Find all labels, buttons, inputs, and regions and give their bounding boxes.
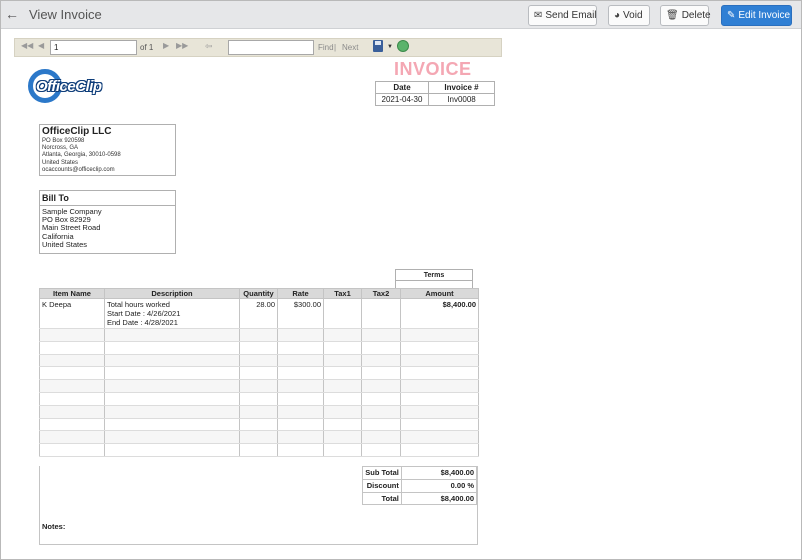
subtotal-label: Sub Total: [362, 466, 402, 480]
invoice-date: 2021-04-30: [375, 93, 429, 106]
pencil-icon: ✎: [727, 10, 736, 21]
invoice-number: Inv0008: [428, 93, 495, 106]
item-name-cell: K Deepa: [39, 298, 105, 329]
table-row: [39, 354, 479, 368]
totals-section: Sub Total $8,400.00 Discount 0.00 % Tota…: [39, 466, 478, 545]
company-line: Norcross, GA: [42, 145, 79, 152]
envelope-icon: ✉: [534, 10, 543, 21]
report-toolbar: ◀◀ ◀ 1 of 1 ▶ ▶▶ ⇦ Find | Next ▼: [14, 38, 502, 57]
total-value: $8,400.00: [400, 491, 478, 506]
invoice-number-header: Invoice #: [428, 81, 495, 94]
description-line: Start Date : 4/26/2021: [107, 309, 181, 318]
find-link[interactable]: Find: [318, 43, 334, 52]
notes-label: Notes:: [42, 522, 66, 531]
tax1-cell: [323, 298, 362, 329]
bill-to-box: Bill To Sample Company PO Box 82929 Main…: [39, 190, 176, 254]
previous-page-icon[interactable]: ◀: [38, 41, 44, 50]
column-header-tax2: Tax2: [361, 288, 401, 299]
back-arrow-icon[interactable]: ←: [5, 6, 19, 22]
delete-label: Delete: [681, 10, 711, 21]
page-number-input[interactable]: 1: [50, 40, 137, 55]
trash-icon: 🗑: [666, 10, 679, 21]
table-row: [39, 341, 479, 355]
page-header: ← View Invoice ✉ Send Email ◕ Void 🗑 Del…: [1, 1, 801, 29]
subtotal-value: $8,400.00: [400, 466, 478, 480]
company-address-box: OfficeClip LLC PO Box 920598 Norcross, G…: [39, 124, 176, 176]
column-header-quantity: Quantity: [239, 288, 278, 299]
description-line: Total hours worked: [107, 300, 170, 309]
edit-invoice-label: Edit Invoice: [738, 10, 791, 21]
column-header-description: Description: [104, 288, 240, 299]
table-row: [39, 366, 479, 381]
company-name: OfficeClip LLC: [42, 126, 112, 137]
table-row: K Deepa Total hours worked Start Date : …: [39, 298, 479, 329]
page-count-text: of 1: [140, 43, 154, 52]
column-header-tax1: Tax1: [323, 288, 362, 299]
table-row: [39, 430, 479, 445]
terms-value: [395, 281, 473, 288]
description-cell: Total hours worked Start Date : 4/26/202…: [104, 298, 240, 329]
export-dropdown-icon[interactable]: ▼: [387, 44, 393, 50]
send-email-label: Send Email: [545, 10, 597, 21]
line-items-table: Item Name Description Quantity Rate Tax1…: [39, 288, 479, 457]
table-row: [39, 392, 479, 406]
amount-cell: $8,400.00: [400, 298, 479, 329]
back-to-parent-icon[interactable]: ⇦: [205, 41, 213, 52]
discount-label: Discount: [362, 478, 402, 493]
column-header-amount: Amount: [400, 288, 479, 299]
discount-value: 0.00 %: [400, 478, 478, 493]
void-label: Void: [623, 10, 643, 21]
terms-label: Terms: [395, 269, 473, 281]
find-next-link[interactable]: Next: [342, 43, 358, 52]
company-line: United States: [42, 159, 79, 166]
total-label: Total: [362, 491, 402, 506]
company-logo: OfficeClip: [28, 69, 116, 105]
void-button[interactable]: ◕ Void: [608, 5, 650, 26]
invoice-meta-table: Date Invoice # 2021-04-30 Inv0008: [375, 81, 495, 106]
refresh-icon[interactable]: [397, 40, 409, 52]
last-page-icon[interactable]: ▶▶: [176, 41, 188, 50]
date-header: Date: [375, 81, 429, 94]
company-address-lines: PO Box 920598 Norcross, GA Atlanta, Geor…: [40, 138, 175, 174]
edit-invoice-button[interactable]: ✎ Edit Invoice: [721, 5, 792, 26]
table-row: [39, 418, 479, 432]
export-save-icon[interactable]: [373, 40, 383, 52]
void-circle-icon: ◕: [614, 10, 621, 21]
next-page-icon[interactable]: ▶: [163, 41, 169, 50]
bill-to-lines: Sample Company PO Box 82929 Main Street …: [40, 206, 175, 251]
logo-text: OfficeClip: [36, 78, 102, 95]
table-row: [39, 379, 479, 393]
totals-table: Sub Total $8,400.00 Discount 0.00 % Tota…: [362, 466, 478, 506]
tax2-cell: [361, 298, 401, 329]
first-page-icon[interactable]: ◀◀: [21, 41, 33, 50]
description-line: End Date : 4/28/2021: [107, 318, 178, 327]
table-row: [39, 405, 479, 419]
find-text-input[interactable]: [228, 40, 314, 55]
quantity-cell: 28.00: [239, 298, 278, 329]
send-email-button[interactable]: ✉ Send Email: [528, 5, 597, 26]
column-header-rate: Rate: [277, 288, 324, 299]
company-line: Atlanta, Georgia, 30010-0598: [42, 152, 121, 159]
company-line: PO Box 920598: [42, 138, 85, 144]
invoice-title: INVOICE: [394, 59, 472, 79]
bill-to-line: United States: [42, 239, 88, 249]
column-header-item-name: Item Name: [39, 288, 105, 299]
find-separator: |: [334, 43, 337, 52]
table-row: [39, 328, 479, 342]
delete-button[interactable]: 🗑 Delete: [660, 5, 711, 26]
company-line: ocaccounts@officeclip.com: [42, 166, 115, 173]
rate-cell: $300.00: [277, 298, 324, 329]
page-title: View Invoice: [29, 7, 102, 22]
bill-to-heading: Bill To: [40, 191, 175, 206]
table-row: [39, 443, 479, 457]
